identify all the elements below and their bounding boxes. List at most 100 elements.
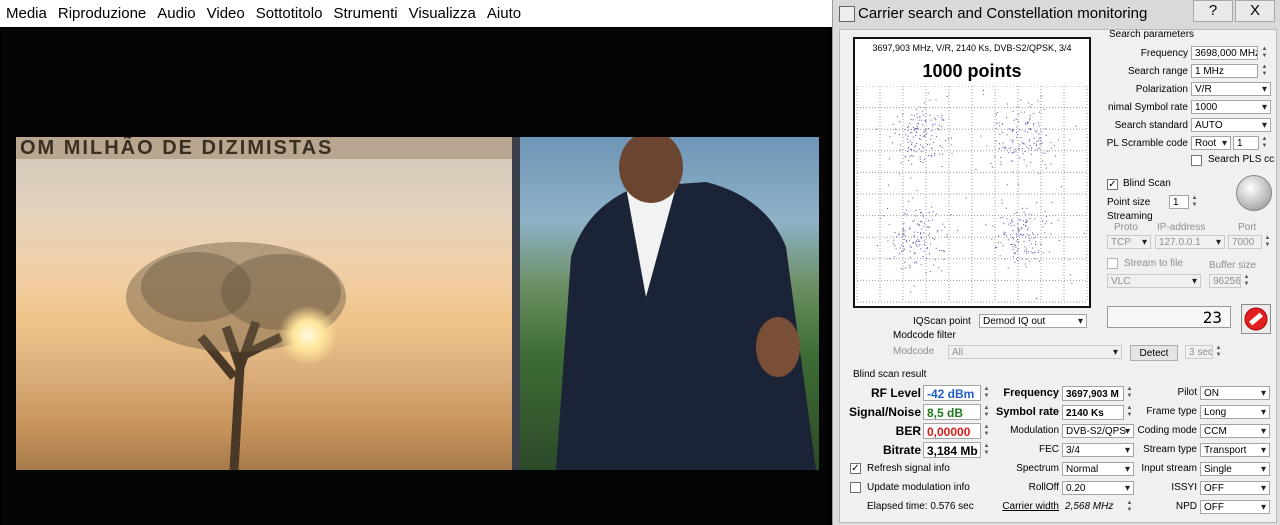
menu-view[interactable]: Visualizza: [403, 5, 481, 22]
constellation-point: [1023, 111, 1025, 113]
constellation-point: [924, 120, 926, 122]
menu-playback[interactable]: Riproduzione: [52, 5, 151, 22]
search-range-spinner[interactable]: ▲ ▼: [1260, 64, 1269, 78]
video-area[interactable]: OM MILHÃO DE DIZIMISTAS: [2, 27, 828, 525]
frequency-spinner[interactable]: ▲ ▼: [1260, 46, 1269, 60]
buffer-size-spinner[interactable]: ▲ ▼: [1242, 274, 1251, 288]
min-symbol-rate-select[interactable]: 1000: [1191, 100, 1271, 114]
npd-select[interactable]: OFF: [1200, 500, 1270, 514]
constellation-point: [915, 243, 916, 245]
constellation-point: [1016, 235, 1018, 237]
update-modulation-checkbox[interactable]: [850, 482, 861, 493]
menu-help[interactable]: Aiuto: [481, 5, 526, 22]
search-standard-select[interactable]: AUTO: [1191, 118, 1271, 132]
stop-icon: [1244, 307, 1268, 331]
stream-to-file-checkbox[interactable]: [1107, 258, 1118, 269]
constellation-point: [1017, 228, 1019, 230]
ip-address-select[interactable]: 127.0.0.1: [1155, 235, 1225, 249]
constellation-point: [910, 291, 912, 293]
constellation-point: [921, 228, 923, 230]
point-size-input[interactable]: 1: [1169, 195, 1189, 209]
refresh-signal-checkbox[interactable]: ✓: [850, 463, 861, 474]
menu-bar: Media Riproduzione Audio Video Sottotito…: [0, 0, 832, 27]
constellation-point: [996, 122, 998, 124]
modulation-label: Modulation: [1010, 425, 1059, 436]
constellation-point: [1020, 233, 1022, 235]
stop-button[interactable]: [1241, 304, 1271, 334]
detect-time-spinner[interactable]: ▲ ▼: [1214, 345, 1223, 359]
search-range-input[interactable]: 1 MHz: [1191, 64, 1258, 78]
frequency-input[interactable]: 3698,000 MHz: [1191, 46, 1258, 60]
stream-type-select[interactable]: Transport: [1200, 443, 1270, 457]
constellation-info: 3697,903 MHz, V/R, 2140 Ks, DVB-S2/QPSK,…: [872, 43, 1072, 53]
carrier-width-label[interactable]: Carrier width: [983, 501, 1059, 512]
iqscan-select[interactable]: Demod IQ out: [979, 314, 1087, 328]
constellation-point: [894, 256, 895, 258]
satellite-dish-icon[interactable]: [1236, 175, 1272, 211]
constellation-point: [1021, 207, 1023, 209]
modcode-select[interactable]: All: [948, 345, 1122, 359]
constellation-point: [919, 134, 921, 136]
polarization-select[interactable]: V/R: [1191, 82, 1271, 96]
rolloff-select[interactable]: 0.20: [1062, 481, 1134, 495]
search-pls-checkbox[interactable]: [1191, 155, 1202, 166]
constellation-point: [925, 272, 927, 274]
menu-media[interactable]: Media: [0, 5, 52, 22]
port-spinner[interactable]: ▲ ▼: [1263, 235, 1272, 249]
player-select[interactable]: VLC: [1107, 274, 1201, 288]
streaming-label: Streaming: [1107, 211, 1153, 222]
issyi-select[interactable]: OFF: [1200, 481, 1270, 495]
constellation-point: [932, 237, 934, 239]
detect-time-input[interactable]: 3 sec: [1185, 345, 1213, 359]
input-stream-select[interactable]: Single: [1200, 462, 1270, 476]
frame-type-select[interactable]: Long: [1200, 405, 1270, 419]
constellation-point: [901, 268, 903, 270]
detect-button[interactable]: Detect: [1130, 345, 1178, 361]
constellation-point: [1033, 113, 1035, 114]
constellation-point: [894, 232, 896, 233]
constellation-point: [1018, 230, 1020, 232]
buffer-size-label: Buffer size: [1209, 260, 1257, 271]
menu-tools[interactable]: Strumenti: [327, 5, 402, 22]
constellation-point: [909, 140, 911, 142]
constellation-point: [1017, 134, 1019, 136]
constellation-point: [938, 267, 940, 269]
blind-scan-result-title: Blind scan result: [853, 369, 927, 380]
constellation-point: [908, 200, 910, 202]
constellation-point: [1029, 140, 1031, 142]
pl-scramble-code-input[interactable]: 1: [1233, 136, 1259, 150]
blind-scan-checkbox[interactable]: ✓: [1107, 179, 1118, 190]
constellation-point: [920, 237, 922, 239]
sun-glow: [278, 305, 338, 365]
constellation-point: [1036, 145, 1038, 146]
menu-audio[interactable]: Audio: [151, 5, 200, 22]
buffer-size-input[interactable]: 96256: [1209, 274, 1241, 288]
point-size-spinner[interactable]: ▲ ▼: [1190, 195, 1199, 209]
help-button[interactable]: ?: [1193, 0, 1233, 22]
pilot-select[interactable]: ON: [1200, 386, 1270, 400]
constellation-point: [996, 112, 998, 113]
menu-video[interactable]: Video: [201, 5, 250, 22]
port-input[interactable]: 7000: [1228, 235, 1262, 249]
proto-select[interactable]: TCP: [1107, 235, 1151, 249]
constellation-point: [913, 149, 915, 151]
constellation-point: [1018, 219, 1020, 221]
constellation-point: [1026, 253, 1028, 254]
constellation-point: [909, 250, 911, 252]
constellation-point: [912, 136, 914, 138]
constellation-point: [902, 246, 904, 248]
constellation-point: [920, 139, 922, 141]
constellation-point: [1010, 234, 1012, 236]
fec-select[interactable]: 3/4: [1062, 443, 1134, 457]
menu-subtitle[interactable]: Sottotitolo: [250, 5, 328, 22]
modulation-select[interactable]: DVB-S2/QPS: [1062, 424, 1134, 438]
constellation-point: [934, 123, 936, 125]
spectrum-select[interactable]: Normal: [1062, 462, 1134, 476]
modcode-label: Modcode: [893, 346, 935, 357]
constellation-point: [914, 253, 915, 255]
coding-mode-select[interactable]: CCM: [1200, 424, 1270, 438]
pl-scramble-type-select[interactable]: Root: [1191, 136, 1231, 150]
constellation-point: [930, 138, 932, 140]
pl-scramble-spinner[interactable]: ▲ ▼: [1260, 136, 1269, 150]
close-button[interactable]: X: [1235, 0, 1275, 22]
